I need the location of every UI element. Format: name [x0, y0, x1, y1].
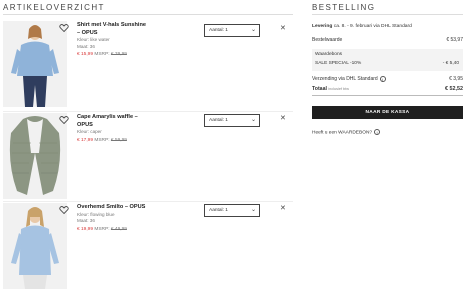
cart-item: Shirt met V-hals Sunshine – OPUS Kleur: … — [3, 21, 293, 107]
voucher-value: - € 5,40 — [442, 61, 459, 66]
order-divider — [312, 14, 463, 15]
shipping-row: Verzending via DHL Standard i € 3,95 — [312, 75, 463, 84]
voucher-label: Waardebons — [315, 52, 343, 57]
voucher-link[interactable]: Heeft u een WAARDEBON? i — [312, 129, 381, 136]
order-value-label: Bestelwaarde — [312, 37, 343, 43]
product-price: € 19,99 MSRP: € 49,99 — [77, 226, 147, 233]
item-divider — [3, 201, 293, 202]
order-value: € 53,97 — [446, 37, 463, 43]
product-name[interactable]: Cape Amarylis waffle – OPUS — [77, 114, 147, 129]
remove-item-close-icon[interactable]: ✕ — [280, 24, 286, 32]
product-price: € 17,99 MSRP: € 59,99 — [77, 137, 147, 144]
quantity-select[interactable]: Aantal: 1 ⌄ — [204, 114, 260, 127]
product-color: Kleur: caper — [77, 129, 102, 134]
wishlist-heart-icon[interactable] — [59, 115, 69, 125]
overview-title: ARTIKELOVERZICHT — [3, 3, 105, 12]
product-image[interactable] — [3, 21, 67, 107]
price-now: € 15,99 — [77, 52, 94, 57]
price-now: € 19,99 — [77, 226, 94, 232]
wishlist-heart-icon[interactable] — [59, 205, 69, 215]
product-price: € 15,99 MSRP: € 39,99 — [77, 51, 147, 58]
product-name[interactable]: Overhemd Smilto – OPUS — [77, 204, 147, 212]
price-old: € 49,99 — [110, 226, 127, 232]
info-icon[interactable]: i — [379, 75, 386, 82]
product-image[interactable] — [3, 203, 67, 289]
total-value: € 52,52 — [445, 86, 463, 92]
delivery-label: Levering — [312, 24, 333, 29]
msrp-label: MSRP: — [94, 226, 110, 232]
price-now: € 17,99 — [77, 137, 94, 143]
delivery-text: ca. 8. - 9. februari via DHL Standard — [333, 24, 412, 29]
remove-item-close-icon[interactable]: ✕ — [280, 114, 286, 122]
chevron-down-icon: ⌄ — [250, 117, 256, 123]
quantity-label: Aantal: 1 — [209, 208, 228, 213]
shipping-value: € 3,95 — [449, 76, 463, 82]
cart-item: Cape Amarylis waffle – OPUS Kleur: caper… — [3, 113, 293, 199]
product-image[interactable] — [3, 113, 67, 199]
info-icon[interactable]: i — [374, 129, 381, 135]
quantity-label: Aantal: 1 — [209, 118, 228, 123]
order-title: BESTELLING — [312, 3, 376, 12]
voucher-name: SALE SPECIAL -10% — [315, 61, 362, 66]
product-size: Maat: 36 — [77, 43, 95, 49]
cart-item: Overhemd Smilto – OPUS Kleur: flowing bl… — [3, 203, 293, 289]
msrp-label: MSRP: — [94, 52, 110, 57]
shipping-label: Verzending via DHL Standard — [312, 76, 378, 82]
total-vat: inclusief btw — [328, 87, 349, 91]
product-name[interactable]: Shirt met V-hals Sunshine – OPUS — [77, 22, 147, 37]
price-old: € 39,99 — [110, 52, 127, 57]
quantity-select[interactable]: Aantal: 1 ⌄ — [204, 24, 260, 37]
total-label: Totaal — [312, 86, 327, 92]
product-size: Maat: 36 — [77, 218, 95, 223]
remove-item-close-icon[interactable]: ✕ — [280, 204, 286, 212]
quantity-label: Aantal: 1 — [209, 28, 228, 33]
order-value-row: Bestelwaarde € 53,97 — [312, 36, 463, 45]
quantity-select[interactable]: Aantal: 1 ⌄ — [204, 204, 260, 217]
chevron-down-icon: ⌄ — [250, 207, 256, 213]
delivery-row: Levering ca. 8. - 9. februari via DHL St… — [312, 22, 463, 31]
total-divider — [312, 95, 463, 96]
checkout-button[interactable]: NAAR DE KASSA — [312, 106, 463, 119]
overview-divider — [3, 14, 293, 15]
chevron-down-icon: ⌄ — [250, 27, 256, 33]
total-row: Totaal inclusief btw € 52,52 — [312, 85, 463, 94]
price-old: € 59,99 — [110, 137, 127, 143]
voucher-box: Waardebons SALE SPECIAL -10% - € 5,40 — [312, 49, 463, 71]
wishlist-heart-icon[interactable] — [59, 23, 69, 33]
voucher-link-text: Heeft u een WAARDEBON? — [312, 130, 373, 136]
item-divider — [3, 111, 293, 112]
msrp-label: MSRP: — [94, 137, 110, 143]
